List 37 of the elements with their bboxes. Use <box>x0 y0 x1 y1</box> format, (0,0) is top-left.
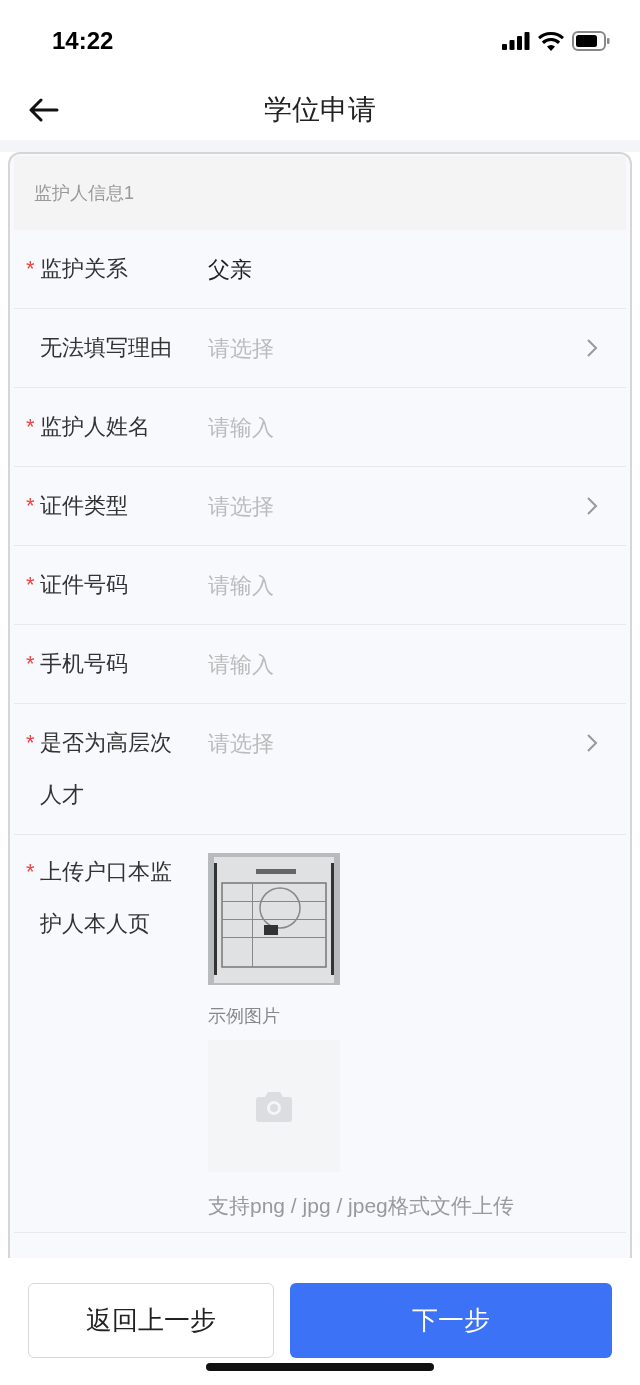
example-caption: 示例图片 <box>208 1005 281 1028</box>
input-field[interactable]: 请输入 <box>208 410 600 444</box>
wifi-icon <box>538 31 564 51</box>
field-label: 监护关系 <box>40 255 129 283</box>
field-label: 监护人姓名 <box>40 413 151 441</box>
signal-icon <box>502 32 530 50</box>
input-field[interactable]: 请输入 <box>208 647 600 681</box>
select-field[interactable]: 请选择 <box>208 331 586 365</box>
battery-icon <box>572 31 610 51</box>
required-mark: * <box>26 413 36 441</box>
field-value: 父亲 <box>208 255 253 284</box>
field-label: 无法填写理由 <box>40 334 173 362</box>
field-label: 证件类型 <box>40 492 129 520</box>
required-mark: * <box>26 858 36 886</box>
next-button[interactable]: 下一步 <box>290 1283 612 1358</box>
chevron-right-icon <box>586 733 598 753</box>
field-label: 手机号码 <box>40 650 129 678</box>
chevron-right-icon <box>586 338 598 358</box>
status-time: 14:22 <box>52 26 114 56</box>
section-title: 监护人信息1 <box>34 181 134 205</box>
chevron-right-icon <box>586 496 598 516</box>
field-label: 是否为高层次人才 <box>40 729 173 809</box>
required-mark: * <box>26 571 36 599</box>
select-field[interactable]: 请选择 <box>208 726 586 760</box>
field-label: 证件号码 <box>40 571 129 599</box>
back-arrow-icon <box>29 98 59 122</box>
field-label: 上传户口本监护人本人页 <box>40 858 173 938</box>
required-mark: * <box>26 650 36 678</box>
required-mark: * <box>26 729 36 757</box>
select-field[interactable]: 请选择 <box>208 489 586 523</box>
upload-hint: 支持png / jpg / jpeg格式文件上传 <box>208 1193 514 1219</box>
camera-icon <box>256 1090 292 1122</box>
page-title: 学位申请 <box>264 93 376 127</box>
input-field[interactable]: 请输入 <box>208 568 600 602</box>
required-mark: * <box>26 492 36 520</box>
back-step-button[interactable]: 返回上一步 <box>28 1283 274 1358</box>
required-mark: * <box>26 255 36 283</box>
